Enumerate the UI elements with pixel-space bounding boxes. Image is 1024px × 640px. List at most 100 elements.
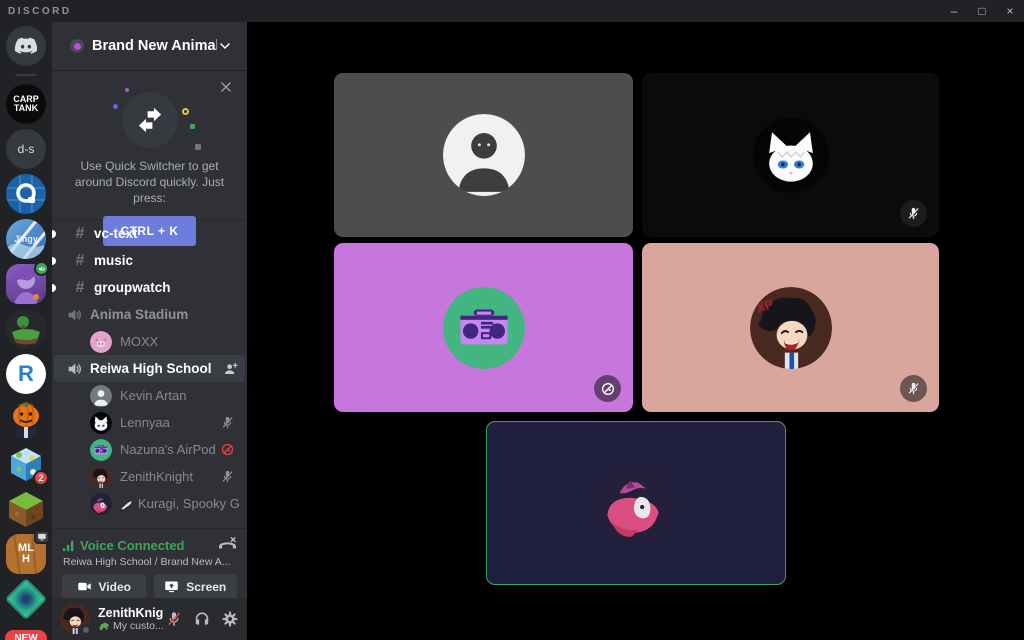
voice-activity-badge	[34, 261, 49, 276]
mic-muted-icon	[906, 206, 921, 221]
mic-muted-icon	[220, 469, 235, 484]
server-gift-cube[interactable]: 2	[6, 444, 46, 484]
unread-indicator	[52, 257, 56, 265]
server-diamond[interactable]	[6, 579, 46, 619]
user-panel: ZenithKnight My custo...	[52, 598, 247, 640]
unread-indicator	[52, 230, 56, 238]
server-pumpkin[interactable]	[6, 399, 46, 439]
server-art	[5, 578, 47, 620]
status-indicator	[80, 624, 92, 636]
server-jingy[interactable]: Jingy	[6, 219, 46, 259]
voice-channel-anima-stadium[interactable]: Anima Stadium	[54, 301, 245, 328]
voice-member-kevin-artan[interactable]: Kevin Artan	[52, 382, 247, 409]
voice-connected-label: Voice Connected	[80, 538, 218, 553]
username: ZenithKnight	[98, 606, 164, 620]
voice-member-zenithknight[interactable]: ZenithKnight	[52, 463, 247, 490]
video-tile-4[interactable]: XP	[642, 243, 939, 412]
confetti-dot	[125, 88, 129, 92]
confetti-ring	[182, 108, 189, 115]
server-grass-island[interactable]	[6, 309, 46, 349]
server-anime[interactable]	[6, 264, 46, 304]
slashed-circle-icon	[600, 381, 616, 397]
chevron-down-icon	[217, 38, 233, 54]
mic-muted-badge	[900, 375, 927, 402]
video-tile-3[interactable]	[334, 243, 633, 412]
video-tile-5-speaking[interactable]	[486, 421, 786, 585]
hash-icon: #	[70, 279, 90, 297]
invite-people-icon[interactable]	[223, 361, 239, 377]
confetti-dot	[113, 104, 118, 109]
voice-member-nazuna[interactable]: Nazuna's AirPod [--]	[52, 436, 247, 463]
server-art	[7, 400, 45, 438]
avatar	[90, 466, 112, 488]
voice-channel-reiwa-high-school[interactable]: Reiwa High School	[54, 355, 245, 382]
server-mlh[interactable]: ML H	[6, 534, 46, 574]
voice-channel-location: Reiwa High School / Brand New A...	[63, 556, 237, 568]
home-button[interactable]	[6, 26, 46, 66]
avatar	[90, 331, 112, 353]
avatar	[90, 493, 112, 515]
quick-switcher-art	[115, 90, 185, 152]
participant-avatar-silhouette	[443, 114, 525, 196]
deafen-icon[interactable]	[192, 610, 211, 629]
mic-muted-icon	[906, 381, 921, 396]
channel-groupwatch[interactable]: # groupwatch	[52, 274, 247, 301]
video-disabled-icon	[220, 442, 235, 457]
server-name: Brand New Animal	[92, 38, 217, 54]
server-minecraft[interactable]	[6, 489, 46, 529]
custom-status-text: My custo...	[113, 620, 164, 633]
signal-strength-icon	[62, 539, 75, 552]
server-carp-tank[interactable]: CARP TANK	[6, 84, 46, 124]
screen-share-button[interactable]: Screen	[154, 574, 238, 599]
screen-share-icon	[164, 579, 179, 594]
speaker-icon	[38, 265, 46, 273]
minimize-button[interactable]: –	[940, 0, 968, 22]
video-button[interactable]: Video	[62, 574, 146, 599]
camera-icon	[77, 579, 92, 594]
confetti-dot	[190, 124, 195, 129]
video-tile-1[interactable]	[334, 73, 633, 237]
server-header[interactable]: Brand New Animal	[52, 22, 247, 70]
disconnect-call-icon[interactable]	[218, 536, 237, 555]
new-badge: NEW	[5, 630, 46, 640]
video-tile-2[interactable]	[642, 73, 939, 237]
settings-gear-icon[interactable]	[220, 610, 239, 629]
server-d-s[interactable]: d-s	[6, 129, 46, 169]
voice-member-lennyaa[interactable]: Lennyaa	[52, 409, 247, 436]
user-avatar[interactable]	[60, 604, 90, 634]
voice-member-moxx[interactable]: MOXX	[52, 328, 247, 355]
maximize-button[interactable]: □	[968, 0, 996, 22]
screenshare-badge	[34, 530, 50, 544]
close-button[interactable]: ×	[996, 0, 1024, 22]
avatar-art-text: XP	[750, 287, 832, 369]
participant-avatar-boombox	[443, 287, 525, 369]
discord-window: DISCORD – □ × CARP TANK d-s	[0, 0, 1024, 640]
server-art	[9, 312, 43, 346]
channel-sidebar: Brand New Animal Use Quick S	[52, 22, 247, 640]
rail-divider	[15, 74, 37, 76]
titlebar: DISCORD – □ ×	[0, 0, 1024, 22]
voice-member-kuragi[interactable]: Kuragi, Spooky God o...	[52, 490, 247, 517]
channel-music[interactable]: # music	[52, 247, 247, 274]
channel-vc-text[interactable]: # vc-text	[52, 220, 247, 247]
speaker-icon	[66, 360, 84, 378]
discord-wordmark: DISCORD	[8, 6, 72, 17]
server-art	[6, 174, 46, 214]
knife-icon	[120, 497, 133, 510]
swap-arrows-icon	[122, 92, 178, 148]
participant-avatar-pink-fox	[595, 462, 677, 544]
discord-logo-icon	[13, 33, 39, 59]
server-blue-grid[interactable]	[6, 174, 46, 214]
server-rail: CARP TANK d-s Jingy	[0, 22, 52, 640]
mic-muted-badge	[900, 200, 927, 227]
quick-switcher-text: Use Quick Switcher to get around Discord…	[52, 158, 247, 206]
mention-count-badge: 2	[33, 470, 49, 486]
video-off-badge	[594, 375, 621, 402]
close-icon[interactable]	[217, 78, 235, 96]
hash-icon: #	[70, 225, 90, 243]
server-r[interactable]: R	[6, 354, 46, 394]
window-controls: – □ ×	[940, 0, 1024, 22]
custom-status-emoji	[98, 620, 110, 632]
confetti-dot	[195, 144, 201, 150]
mic-muted-icon[interactable]	[164, 610, 183, 629]
